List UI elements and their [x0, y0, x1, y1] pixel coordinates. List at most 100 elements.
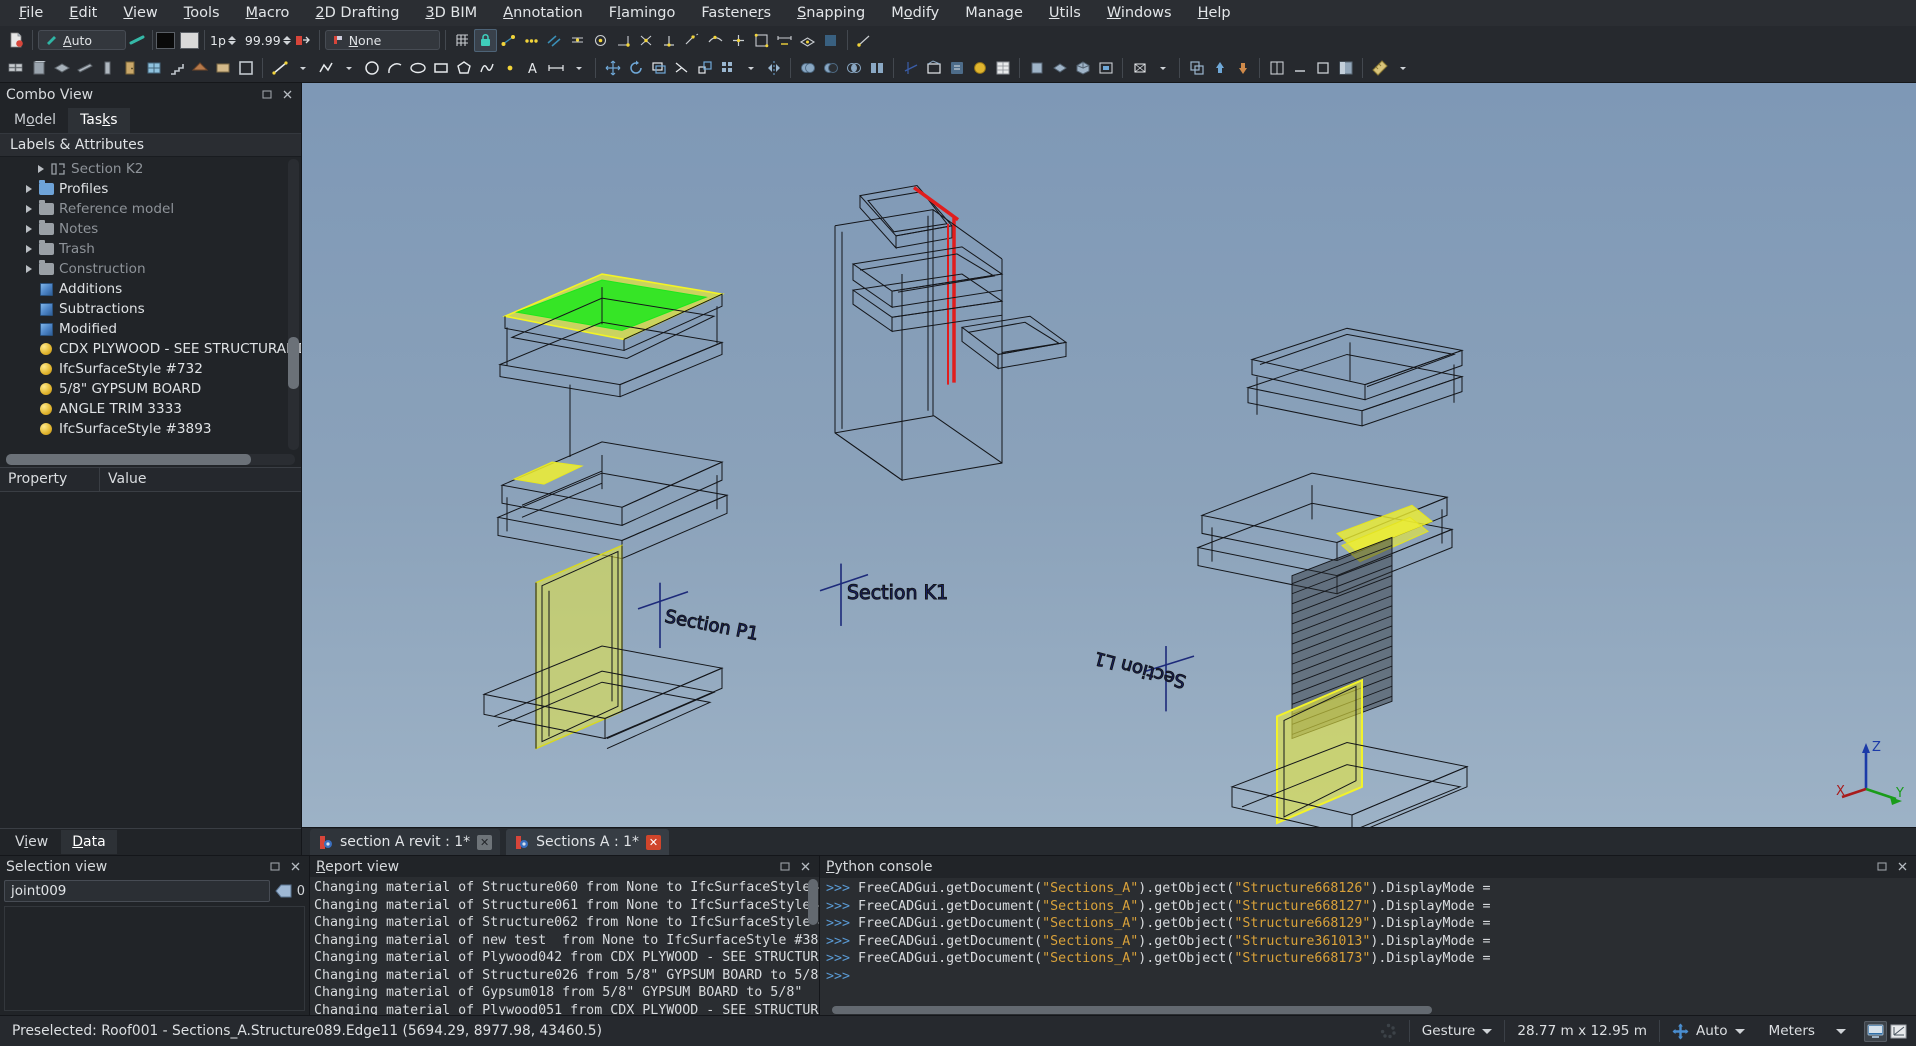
draw-style-wireframe-icon[interactable]: [1128, 57, 1151, 80]
autogroup-combo[interactable]: Auto: [38, 30, 126, 50]
python-console-hscrollbar[interactable]: [820, 1005, 1916, 1015]
upgrade-icon[interactable]: [1208, 57, 1231, 80]
move-icon[interactable]: [601, 57, 624, 80]
tab-tasks[interactable]: Tasks: [68, 108, 130, 133]
line-icon[interactable]: [268, 57, 291, 80]
downgrade-icon[interactable]: [1231, 57, 1254, 80]
column-icon[interactable]: [96, 57, 119, 80]
tree-hscrollbar[interactable]: [6, 454, 295, 465]
tree-item[interactable]: Section K2: [0, 159, 301, 179]
line-color-swatch[interactable]: [156, 31, 175, 49]
roof-icon[interactable]: [188, 57, 211, 80]
fit-all-icon[interactable]: [1094, 57, 1117, 80]
units-selector[interactable]: Meters: [1757, 1020, 1858, 1042]
beam-icon[interactable]: [73, 57, 96, 80]
line-width-value[interactable]: 1p: [210, 33, 226, 48]
array-icon[interactable]: [716, 57, 739, 80]
menu-fasteners[interactable]: Fasteners: [688, 2, 784, 24]
view-front-icon[interactable]: [1025, 57, 1048, 80]
schedule-icon[interactable]: [991, 57, 1014, 80]
document-tab-close-icon[interactable]: ✕: [646, 834, 662, 850]
arc-icon[interactable]: [383, 57, 406, 80]
arrow-tool-icon[interactable]: [126, 29, 149, 52]
tree-expand-arrow[interactable]: [22, 245, 36, 253]
opacity-value[interactable]: 99.99: [245, 33, 281, 48]
dimension-icon[interactable]: [544, 57, 567, 80]
menu-annotation[interactable]: Annotation: [490, 2, 596, 24]
tree-item[interactable]: Reference model: [0, 199, 301, 219]
window-minimize-icon[interactable]: [1288, 57, 1311, 80]
measure-dropdown[interactable]: [1391, 57, 1414, 80]
face-color-swatch[interactable]: [180, 31, 199, 49]
window-maximize-icon[interactable]: [1311, 57, 1334, 80]
snap-grid-icon[interactable]: [566, 29, 589, 52]
tab-view[interactable]: View: [4, 830, 59, 854]
document-tab-close-icon[interactable]: ✕: [477, 834, 493, 850]
tree-item[interactable]: CDX PLYWOOD - SEE STRUCTURAL DWGS: [0, 339, 301, 359]
tab-model[interactable]: Model: [2, 108, 69, 133]
clear-search-icon[interactable]: [275, 884, 292, 898]
boolean-union-icon[interactable]: [796, 57, 819, 80]
tree-item[interactable]: Notes: [0, 219, 301, 239]
ellipse-icon[interactable]: [406, 57, 429, 80]
snap-perpendicular-icon[interactable]: [658, 29, 681, 52]
tree-item[interactable]: Construction: [0, 259, 301, 279]
menu-file[interactable]: File: [6, 2, 56, 24]
menu-flamingo[interactable]: Flamingo: [596, 2, 689, 24]
navigation-style-selector[interactable]: Gesture: [1408, 1020, 1505, 1042]
shape2dview-icon[interactable]: [922, 57, 945, 80]
tree-expand-arrow[interactable]: [22, 185, 36, 193]
polygon-icon[interactable]: [452, 57, 475, 80]
tree-item[interactable]: Additions: [0, 279, 301, 299]
structure-icon[interactable]: [27, 57, 50, 80]
circle-icon[interactable]: [360, 57, 383, 80]
snap-intersection-icon[interactable]: [635, 29, 658, 52]
tree-expand-arrow[interactable]: [22, 205, 36, 213]
snap-angle-icon[interactable]: [612, 29, 635, 52]
panel-icon[interactable]: [211, 57, 234, 80]
close-panel-icon[interactable]: [1896, 860, 1910, 874]
rectangle-icon[interactable]: [429, 57, 452, 80]
boolean-common-icon[interactable]: [842, 57, 865, 80]
menu-macro[interactable]: Macro: [233, 2, 303, 24]
frame-icon[interactable]: [234, 57, 257, 80]
document-tab-section-a-revit[interactable]: section A revit : 1* ✕: [310, 829, 501, 855]
snap-working-plane-icon[interactable]: [796, 29, 819, 52]
menu-view[interactable]: View: [110, 2, 170, 24]
tree-expand-arrow[interactable]: [34, 165, 48, 173]
door-icon[interactable]: [119, 57, 142, 80]
property-list[interactable]: [0, 492, 301, 829]
tree-item[interactable]: Modified: [0, 319, 301, 339]
polyline-icon[interactable]: [314, 57, 337, 80]
float-panel-icon[interactable]: [779, 860, 793, 874]
split-icon[interactable]: [865, 57, 888, 80]
float-panel-icon[interactable]: [1876, 860, 1890, 874]
menu-modify[interactable]: Modify: [878, 2, 952, 24]
window-tile-icon[interactable]: [1265, 57, 1288, 80]
menu-3d-bim[interactable]: 3D BIM: [412, 2, 490, 24]
line-dropdown[interactable]: [291, 57, 314, 80]
menu-tools[interactable]: Tools: [171, 2, 233, 24]
tree-item[interactable]: 5/8" GYPSUM BOARD: [0, 379, 301, 399]
snap-ortho-icon[interactable]: [727, 29, 750, 52]
menu-2d-drafting[interactable]: 2D Drafting: [302, 2, 412, 24]
text-icon[interactable]: A: [521, 57, 544, 80]
snap-near-icon[interactable]: [704, 29, 727, 52]
close-panel-icon[interactable]: [289, 860, 303, 874]
ifc-explorer-icon[interactable]: [945, 57, 968, 80]
tree-scrollbar-track[interactable]: [288, 159, 299, 450]
tree-item[interactable]: Profiles: [0, 179, 301, 199]
snap-special-icon[interactable]: [750, 29, 773, 52]
grid-toggle-icon[interactable]: [451, 29, 474, 52]
apply-style-icon[interactable]: [291, 29, 314, 52]
auto-mode-selector[interactable]: Auto: [1658, 1020, 1757, 1042]
mirror-icon[interactable]: [762, 57, 785, 80]
document-tab-sections-a[interactable]: Sections A : 1* ✕: [506, 829, 670, 855]
menu-edit[interactable]: Edit: [56, 2, 110, 24]
tree-item[interactable]: IfcSurfaceStyle #3893: [0, 419, 301, 439]
float-panel-icon[interactable]: [269, 860, 283, 874]
view-top-icon[interactable]: [1048, 57, 1071, 80]
close-panel-icon[interactable]: [799, 860, 813, 874]
new-document-icon[interactable]: [4, 29, 27, 52]
snap-midpoint-icon[interactable]: [520, 29, 543, 52]
